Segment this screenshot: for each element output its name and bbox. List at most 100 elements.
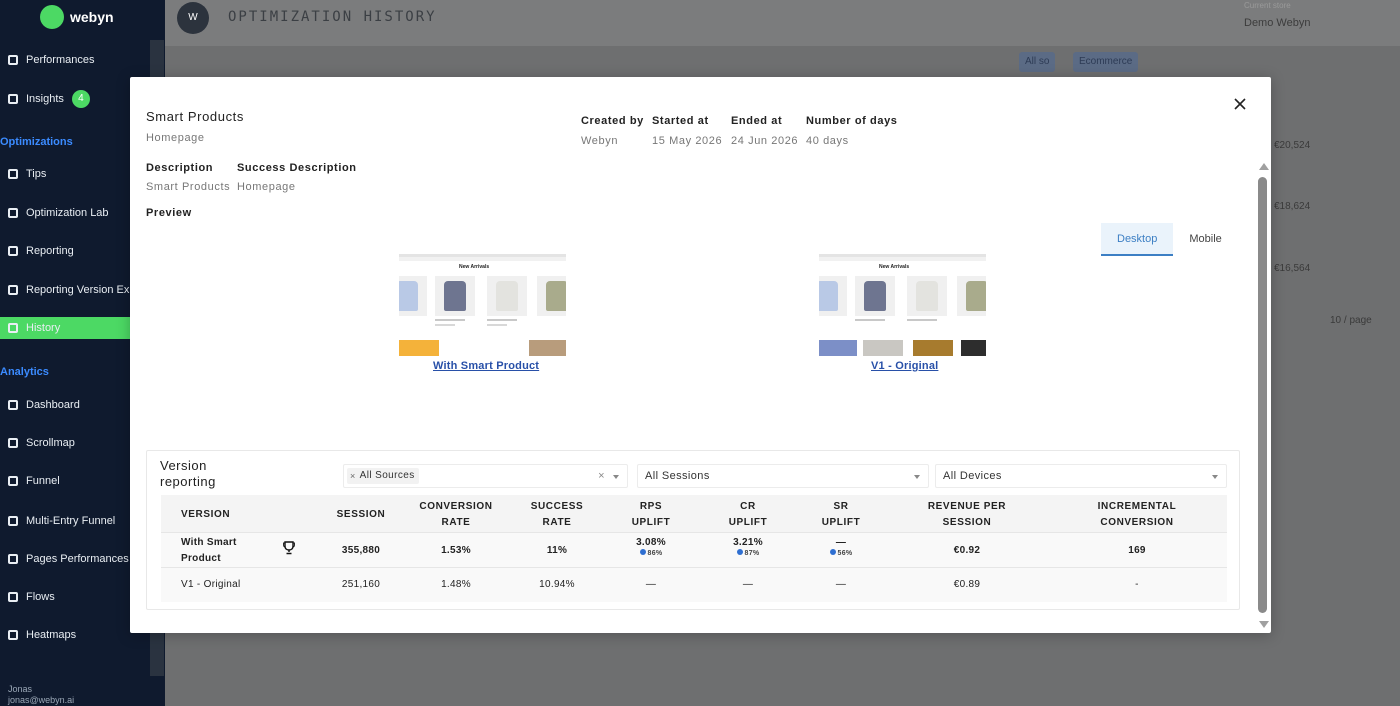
sr-uplift-value: — <box>835 537 847 548</box>
product-text <box>907 319 937 321</box>
sessions-filter[interactable]: All Sessions <box>637 464 929 488</box>
sidebar-item-history[interactable]: History <box>0 317 130 339</box>
scroll-thumb[interactable] <box>1258 177 1267 613</box>
version-reporting-panel: Version reporting × All Sources × All Se… <box>146 450 1240 610</box>
created-by-value: Webyn <box>581 135 619 147</box>
preview-thumbnail-original[interactable]: New Arrivals <box>819 254 986 356</box>
rps-uplift-value: — <box>645 579 657 590</box>
user-name: Jonas <box>8 684 33 694</box>
revenue-per-session-value: €0.92 <box>953 545 981 556</box>
version-line: Product <box>181 553 221 564</box>
sidebar-item-label: Reporting <box>26 245 74 257</box>
confidence-dot-icon <box>829 549 836 555</box>
preview-nav <box>819 257 986 261</box>
modal-scrollbar[interactable] <box>1257 161 1271 633</box>
report-icon <box>8 285 18 295</box>
started-at-value: 15 May 2026 <box>652 135 723 147</box>
product-card <box>487 276 527 316</box>
page-title: OPTIMIZATION HISTORY <box>228 9 437 25</box>
started-at-label: Started at <box>652 115 709 127</box>
tab-mobile[interactable]: Mobile <box>1173 223 1237 256</box>
chevron-down-icon <box>914 475 920 479</box>
store-selector[interactable]: Demo Webyn <box>1244 17 1310 29</box>
preview-thumbnail-smart-product[interactable]: New Arrivals <box>399 254 566 356</box>
remove-tag-icon[interactable]: × <box>350 468 356 484</box>
revenue-per-session-value: €0.89 <box>953 579 981 590</box>
bg-filter-chip[interactable]: Ecommerce <box>1073 52 1139 72</box>
logo-text: webyn <box>70 9 114 25</box>
sidebar-item-label: Pages Performances <box>26 553 129 565</box>
confidence-value: 86% <box>647 550 663 557</box>
sidebar-item-label: Funnel <box>26 475 60 487</box>
header-success-rate: SUCCESS RATE <box>517 499 597 531</box>
avatar[interactable]: W <box>177 2 209 34</box>
insights-badge: 4 <box>71 90 90 108</box>
number-of-days-label: Number of days <box>806 115 898 127</box>
product-text <box>855 319 885 321</box>
sidebar-item-label: Insights <box>26 93 64 105</box>
product-card <box>957 276 986 316</box>
user-footer: Jonas jonas@webyn.ai <box>8 684 74 706</box>
cr-uplift-cell: 3.21% 87% <box>708 536 788 559</box>
sidebar-item-label: Heatmaps <box>26 629 77 641</box>
preview-link-original[interactable]: V1 - Original <box>871 360 938 372</box>
success-description-label: Success Description <box>237 162 357 174</box>
product-text <box>487 319 517 321</box>
store-label: Current store <box>1244 1 1291 10</box>
scroll-down-icon[interactable] <box>1259 621 1269 628</box>
sources-filter[interactable]: × All Sources × <box>343 464 628 488</box>
ended-at-value: 24 Jun 2026 <box>731 135 799 147</box>
table-row[interactable]: V1 - Original 251,160 1.48% 10.94% — — —… <box>161 567 1227 602</box>
sidebar-item-label: Flows <box>26 591 55 603</box>
sidebar-item-label: Performances <box>26 54 95 66</box>
cr-uplift-value: 3.21% <box>733 537 763 548</box>
table-row[interactable]: With Smart Product 355,880 1.53% 11% 3.08… <box>161 532 1227 567</box>
background-filters: All so Ecommerce <box>1013 52 1393 74</box>
sidebar-item-label: History <box>26 322 61 334</box>
section-analytics: Analytics <box>0 366 49 378</box>
bulb-icon <box>8 169 18 179</box>
header-revenue-per-session: REVENUE PER SESSION <box>907 499 1027 531</box>
shirt-image <box>916 281 938 311</box>
history-icon <box>8 323 18 333</box>
sidebar-item-label: Optimization Lab <box>26 207 109 219</box>
product-thumb <box>819 340 857 356</box>
product-price <box>435 324 455 326</box>
confidence: 87% <box>708 549 788 559</box>
header-line: CONVERSION <box>419 501 493 512</box>
sr-uplift-cell: — 56% <box>801 536 881 559</box>
preview-link-smart-product[interactable]: With Smart Product <box>433 360 539 372</box>
devices-filter[interactable]: All Devices <box>935 464 1227 488</box>
header-version: VERSION <box>181 509 231 520</box>
logo[interactable]: webyn <box>40 5 114 29</box>
preview-heading: New Arrivals <box>879 264 910 270</box>
optimization-title: Smart Products <box>146 109 244 124</box>
bg-pager[interactable]: 10 / page <box>1330 315 1372 326</box>
pages-icon <box>8 554 18 564</box>
product-card <box>399 276 427 316</box>
shirt-image <box>546 281 566 311</box>
chevron-down-icon <box>613 475 619 479</box>
confidence-value: 56% <box>837 550 853 557</box>
banner-image <box>529 340 566 356</box>
tab-desktop[interactable]: Desktop <box>1101 223 1174 256</box>
header-line: SESSION <box>942 517 992 528</box>
bg-filter-chip[interactable]: All so <box>1019 52 1056 72</box>
sidebar-item-performances[interactable]: Performances <box>8 49 158 71</box>
bg-row-value: €20,524 <box>1274 140 1311 151</box>
success-rate-value: 11% <box>546 545 568 556</box>
close-button[interactable] <box>1231 95 1249 113</box>
clear-icon[interactable]: × <box>598 470 605 482</box>
product-thumb <box>863 340 903 356</box>
bg-row-value: €18,624 <box>1274 201 1311 212</box>
scroll-up-icon[interactable] <box>1259 163 1269 170</box>
funnel-icon <box>8 476 18 486</box>
flask-icon <box>8 208 18 218</box>
chart-icon <box>8 55 18 65</box>
rps-uplift-value: 3.08% <box>636 537 666 548</box>
version-line: With Smart <box>181 537 237 548</box>
product-card <box>855 276 895 316</box>
description-value: Smart Products <box>146 181 231 193</box>
shirt-image <box>399 281 418 311</box>
header-line: UPLIFT <box>821 517 861 528</box>
